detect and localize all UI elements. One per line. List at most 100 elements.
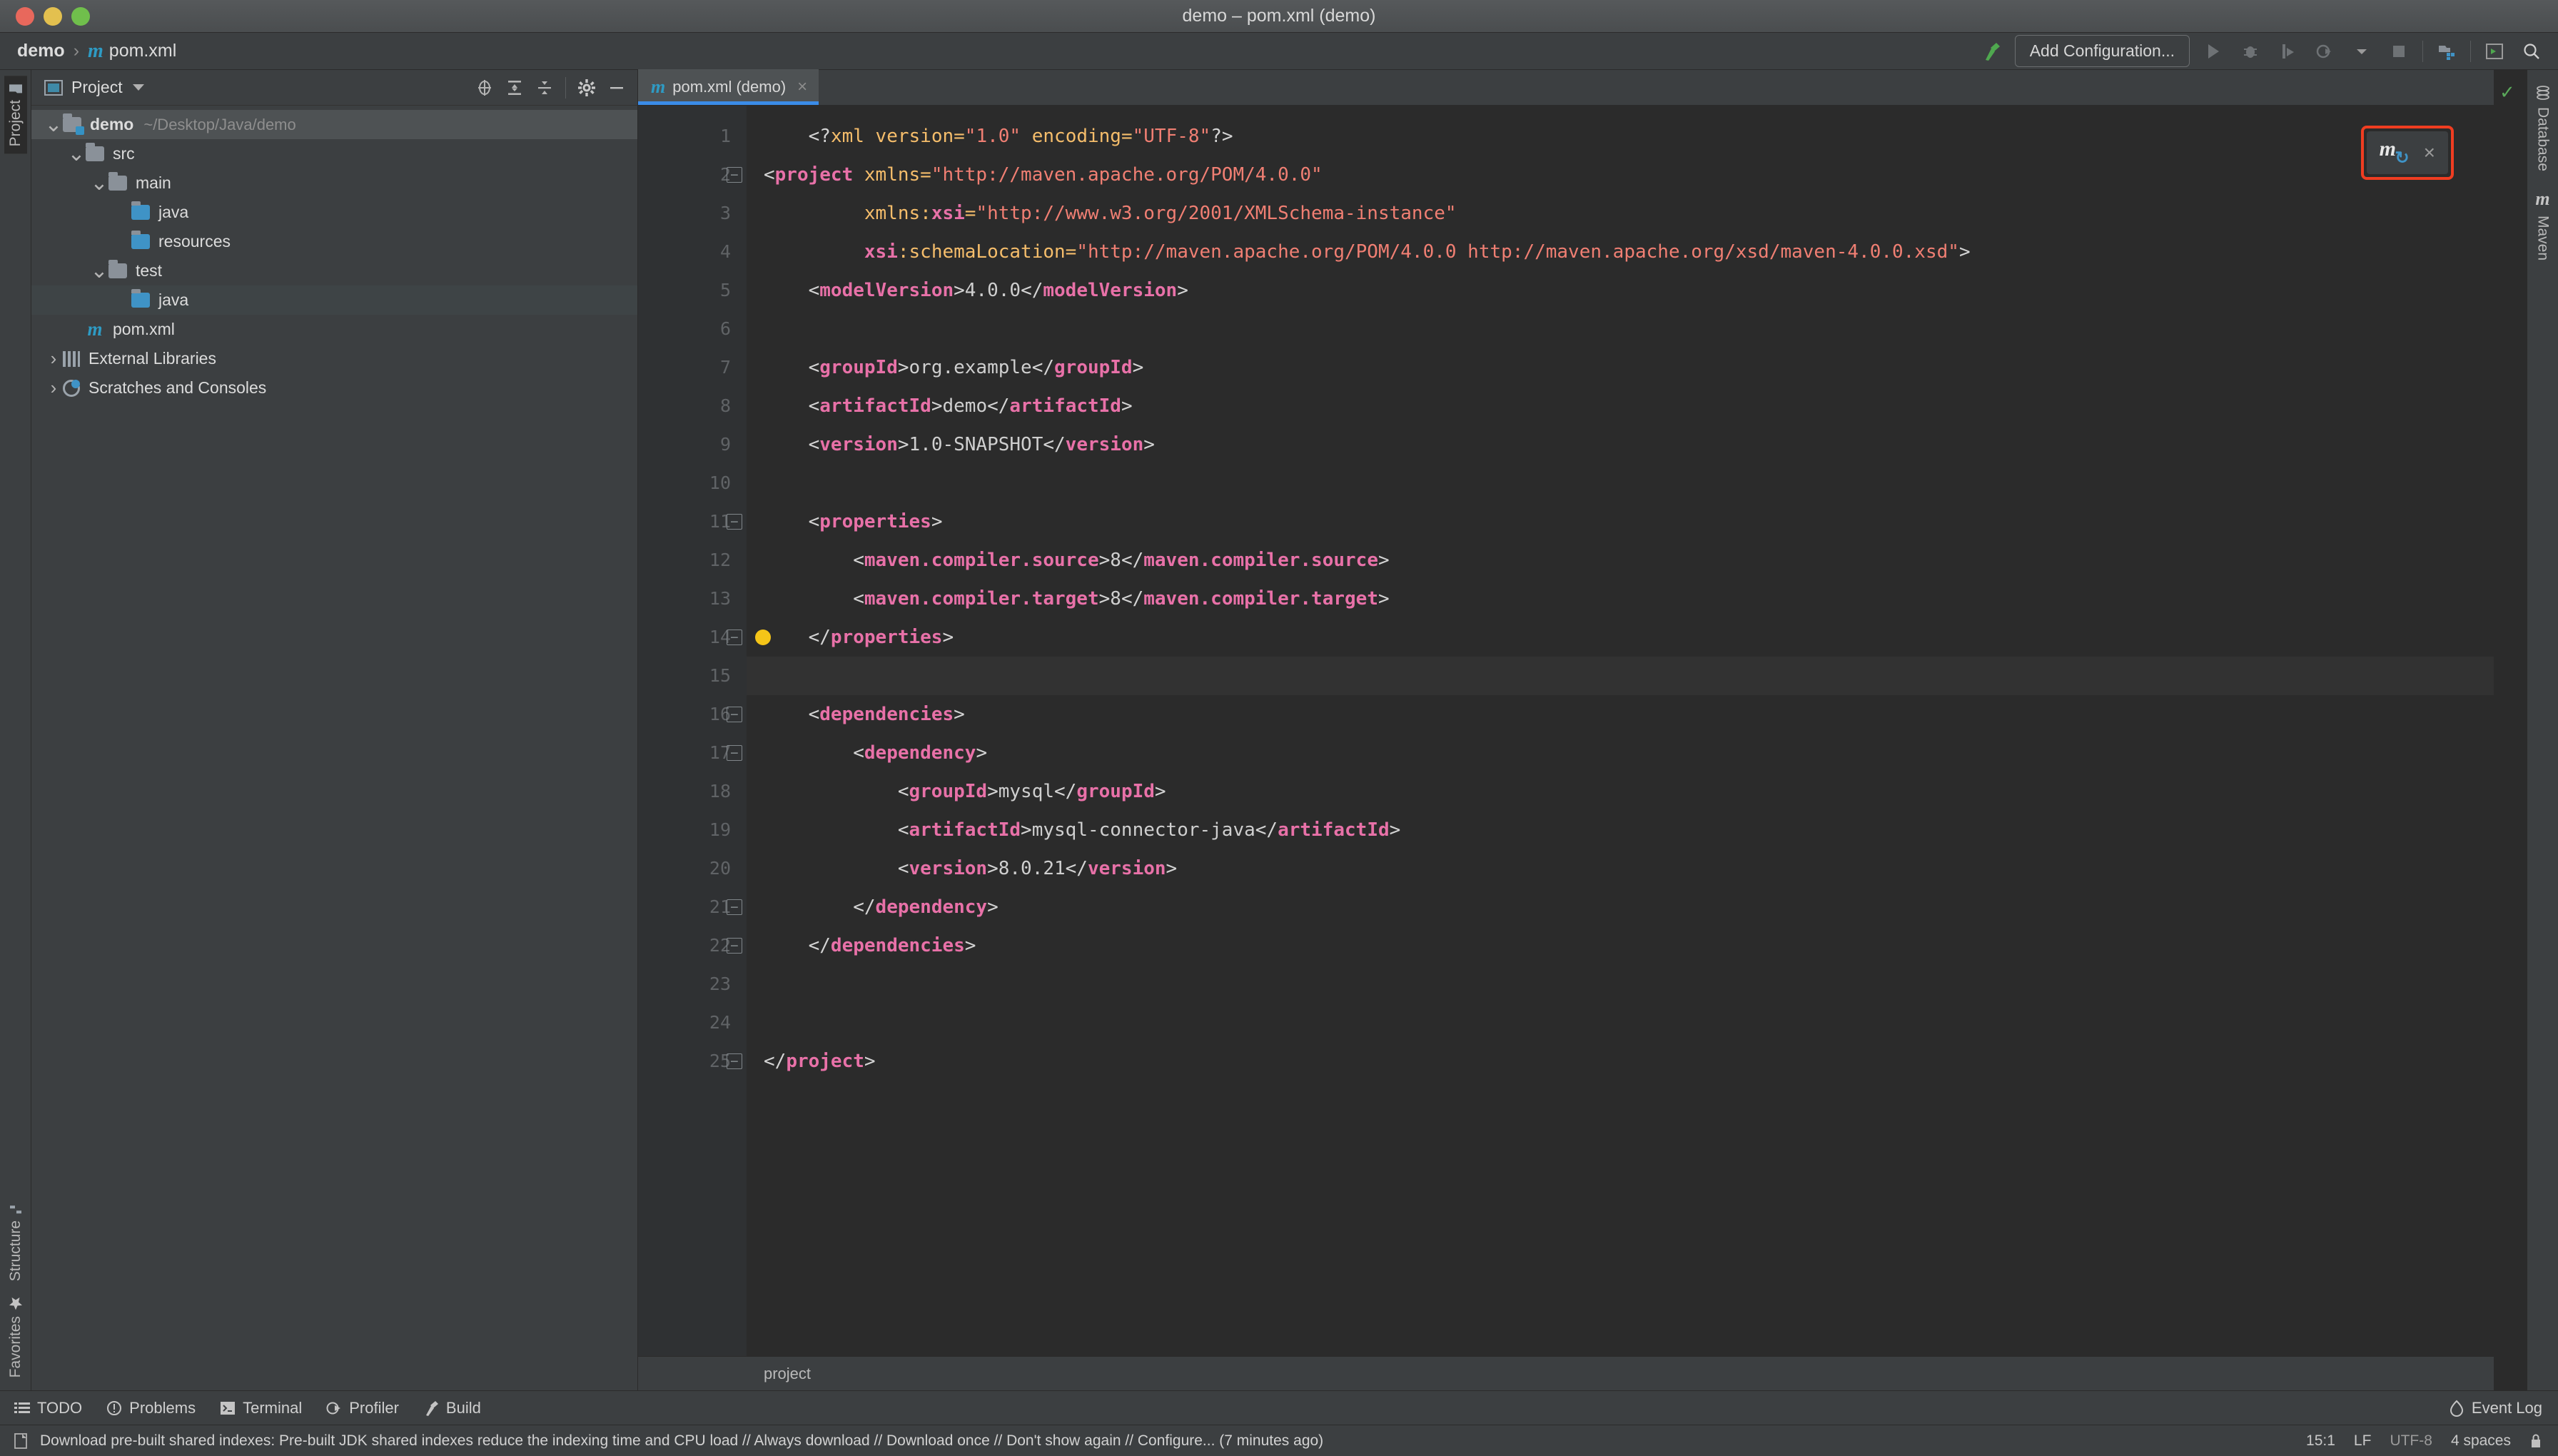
- fold-marker-icon[interactable]: −: [727, 899, 742, 915]
- code-line[interactable]: <groupId>mysql</groupId>: [764, 772, 2494, 811]
- fold-marker-icon[interactable]: −: [727, 938, 742, 954]
- settings-icon[interactable]: [577, 79, 596, 97]
- locate-icon[interactable]: [475, 79, 494, 97]
- project-structure-icon[interactable]: [2433, 38, 2460, 65]
- hammer-icon[interactable]: [1978, 38, 2005, 65]
- code-line[interactable]: <?xml version="1.0" encoding="UTF-8"?>: [764, 117, 2494, 156]
- code-line[interactable]: <properties>: [764, 502, 2494, 541]
- close-icon[interactable]: ×: [797, 77, 807, 97]
- encoding[interactable]: UTF-8: [2390, 1432, 2432, 1450]
- bottom-tool-problems[interactable]: Problems: [106, 1399, 196, 1417]
- event-log-button[interactable]: Event Log: [2472, 1399, 2542, 1417]
- code-line[interactable]: <artifactId>demo</artifactId>: [764, 387, 2494, 425]
- code-line[interactable]: <dependencies>: [764, 695, 2494, 734]
- maven-reload-popup[interactable]: m ↻ ×: [2360, 126, 2454, 180]
- fold-marker-icon[interactable]: −: [727, 745, 742, 761]
- sidebar-tab-database[interactable]: Database: [2532, 77, 2554, 180]
- project-tree[interactable]: ⌄ demo ~/Desktop/Java/demo ⌄ src ⌄ main java res…: [31, 106, 637, 403]
- chevron-right-icon[interactable]: ›: [44, 377, 63, 399]
- code-line[interactable]: <project xmlns="http://maven.apache.org/…: [764, 156, 2494, 194]
- code-line[interactable]: <maven.compiler.source>8</maven.compiler…: [764, 541, 2494, 580]
- chevron-right-icon[interactable]: ›: [44, 348, 63, 370]
- add-configuration-button[interactable]: Add Configuration...: [2014, 35, 2190, 67]
- tree-node-java[interactable]: java: [31, 198, 637, 227]
- editor-gutter[interactable]: 1 2−3 4 5 6 7 8 9 10 11−12 13 14−15 16−17−18 19 20 21−2…: [638, 106, 771, 1356]
- breadcrumb-project[interactable]: demo: [17, 41, 65, 61]
- code-line[interactable]: <groupId>org.example</groupId>: [764, 348, 2494, 387]
- code-line[interactable]: </project>: [764, 1042, 2494, 1081]
- code-line[interactable]: <modelVersion>4.0.0</modelVersion>: [764, 271, 2494, 310]
- code-line[interactable]: [764, 965, 2494, 1003]
- tree-node-demo[interactable]: ⌄ demo ~/Desktop/Java/demo: [31, 110, 637, 139]
- zoom-window-button[interactable]: [71, 6, 90, 26]
- memory-indicator-icon[interactable]: [13, 1432, 29, 1450]
- fold-marker-icon[interactable]: −: [727, 707, 742, 722]
- bottom-tool-build[interactable]: Build: [423, 1399, 481, 1417]
- caret-position[interactable]: 15:1: [2306, 1432, 2335, 1450]
- search-icon[interactable]: [2518, 38, 2545, 65]
- bottom-tool-terminal[interactable]: Terminal: [220, 1399, 302, 1417]
- line-separator[interactable]: LF: [2354, 1432, 2372, 1450]
- fold-marker-icon[interactable]: −: [727, 167, 742, 183]
- close-icon[interactable]: ×: [2424, 141, 2435, 164]
- profile-icon[interactable]: [2311, 38, 2338, 65]
- editor-body[interactable]: 1 2−3 4 5 6 7 8 9 10 11−12 13 14−15 16−17−18 19 20 21−2…: [638, 106, 2494, 1356]
- breadcrumb-file[interactable]: pom.xml: [109, 41, 176, 61]
- code-content[interactable]: <?xml version="1.0" encoding="UTF-8"?> <p…: [747, 106, 2494, 1356]
- tab-pom-xml[interactable]: m pom.xml (demo) ×: [638, 69, 819, 105]
- terminal-icon[interactable]: [2481, 38, 2508, 65]
- sidebar-tab-project[interactable]: Project: [4, 76, 27, 154]
- code-line[interactable]: </properties>: [764, 618, 2494, 657]
- code-line[interactable]: </dependency>: [764, 888, 2494, 926]
- tree-node-scratches-and-consoles[interactable]: › Scratches and Consoles: [31, 373, 637, 403]
- bottom-tool-profiler[interactable]: Profiler: [326, 1399, 399, 1417]
- sidebar-tab-favorites[interactable]: Favorites: [4, 1289, 27, 1385]
- chevron-down-icon[interactable]: [2348, 38, 2375, 65]
- editor-breadcrumb[interactable]: project: [638, 1356, 2494, 1390]
- sidebar-tab-structure[interactable]: Structure: [4, 1196, 27, 1288]
- code-line[interactable]: <maven.compiler.target>8</maven.compiler…: [764, 580, 2494, 618]
- chevron-down-icon[interactable]: ⌄: [67, 143, 86, 164]
- fold-marker-icon[interactable]: −: [727, 630, 742, 645]
- hide-icon[interactable]: [607, 79, 626, 97]
- code-line[interactable]: <dependency>: [764, 734, 2494, 772]
- fold-marker-icon[interactable]: −: [727, 1053, 742, 1069]
- tree-node-java[interactable]: java: [31, 285, 637, 315]
- tree-node-main[interactable]: ⌄ main: [31, 168, 637, 198]
- chevron-down-icon[interactable]: ⌄: [90, 260, 108, 281]
- chevron-down-icon[interactable]: ⌄: [44, 113, 63, 135]
- chevron-down-icon[interactable]: ⌄: [90, 172, 108, 193]
- code-line[interactable]: <version>8.0.21</version>: [764, 849, 2494, 888]
- code-line[interactable]: <version>1.0-SNAPSHOT</version>: [764, 425, 2494, 464]
- tree-node-test[interactable]: ⌄ test: [31, 256, 637, 285]
- ok-check-icon[interactable]: ✓: [2499, 81, 2515, 103]
- expand-all-icon[interactable]: [505, 79, 524, 97]
- code-line[interactable]: xsi:schemaLocation="http://maven.apache.…: [764, 233, 2494, 271]
- code-line[interactable]: [747, 657, 2494, 695]
- lock-icon[interactable]: [2529, 1433, 2542, 1449]
- status-message[interactable]: Download pre-built shared indexes: Pre-b…: [40, 1432, 1323, 1450]
- code-line[interactable]: [764, 464, 2494, 502]
- code-line[interactable]: [764, 1003, 2494, 1042]
- run-icon[interactable]: [2200, 38, 2227, 65]
- chevron-down-icon[interactable]: [132, 84, 144, 91]
- minimize-window-button[interactable]: [44, 6, 62, 26]
- code-line[interactable]: [764, 310, 2494, 348]
- bottom-tool-todo[interactable]: TODO: [14, 1399, 82, 1417]
- tree-node-pom-xml[interactable]: m pom.xml: [31, 315, 637, 344]
- window-controls[interactable]: [16, 6, 90, 26]
- indent-setting[interactable]: 4 spaces: [2451, 1432, 2511, 1450]
- sidebar-tab-maven[interactable]: m Maven: [2532, 180, 2554, 269]
- inspection-marker-bar[interactable]: ✓: [2494, 70, 2527, 1390]
- stop-icon[interactable]: [2385, 38, 2412, 65]
- maven-reload-icon[interactable]: m ↻: [2380, 137, 2410, 168]
- tree-node-resources[interactable]: resources: [31, 227, 637, 256]
- tree-node-src[interactable]: ⌄ src: [31, 139, 637, 168]
- tree-node-external-libraries[interactable]: › External Libraries: [31, 344, 637, 373]
- fold-marker-icon[interactable]: −: [727, 514, 742, 530]
- code-line[interactable]: </dependencies>: [764, 926, 2494, 965]
- debug-icon[interactable]: [2237, 38, 2264, 65]
- run-with-coverage-icon[interactable]: [2274, 38, 2301, 65]
- collapse-all-icon[interactable]: [535, 79, 554, 97]
- code-line[interactable]: <artifactId>mysql-connector-java</artifa…: [764, 811, 2494, 849]
